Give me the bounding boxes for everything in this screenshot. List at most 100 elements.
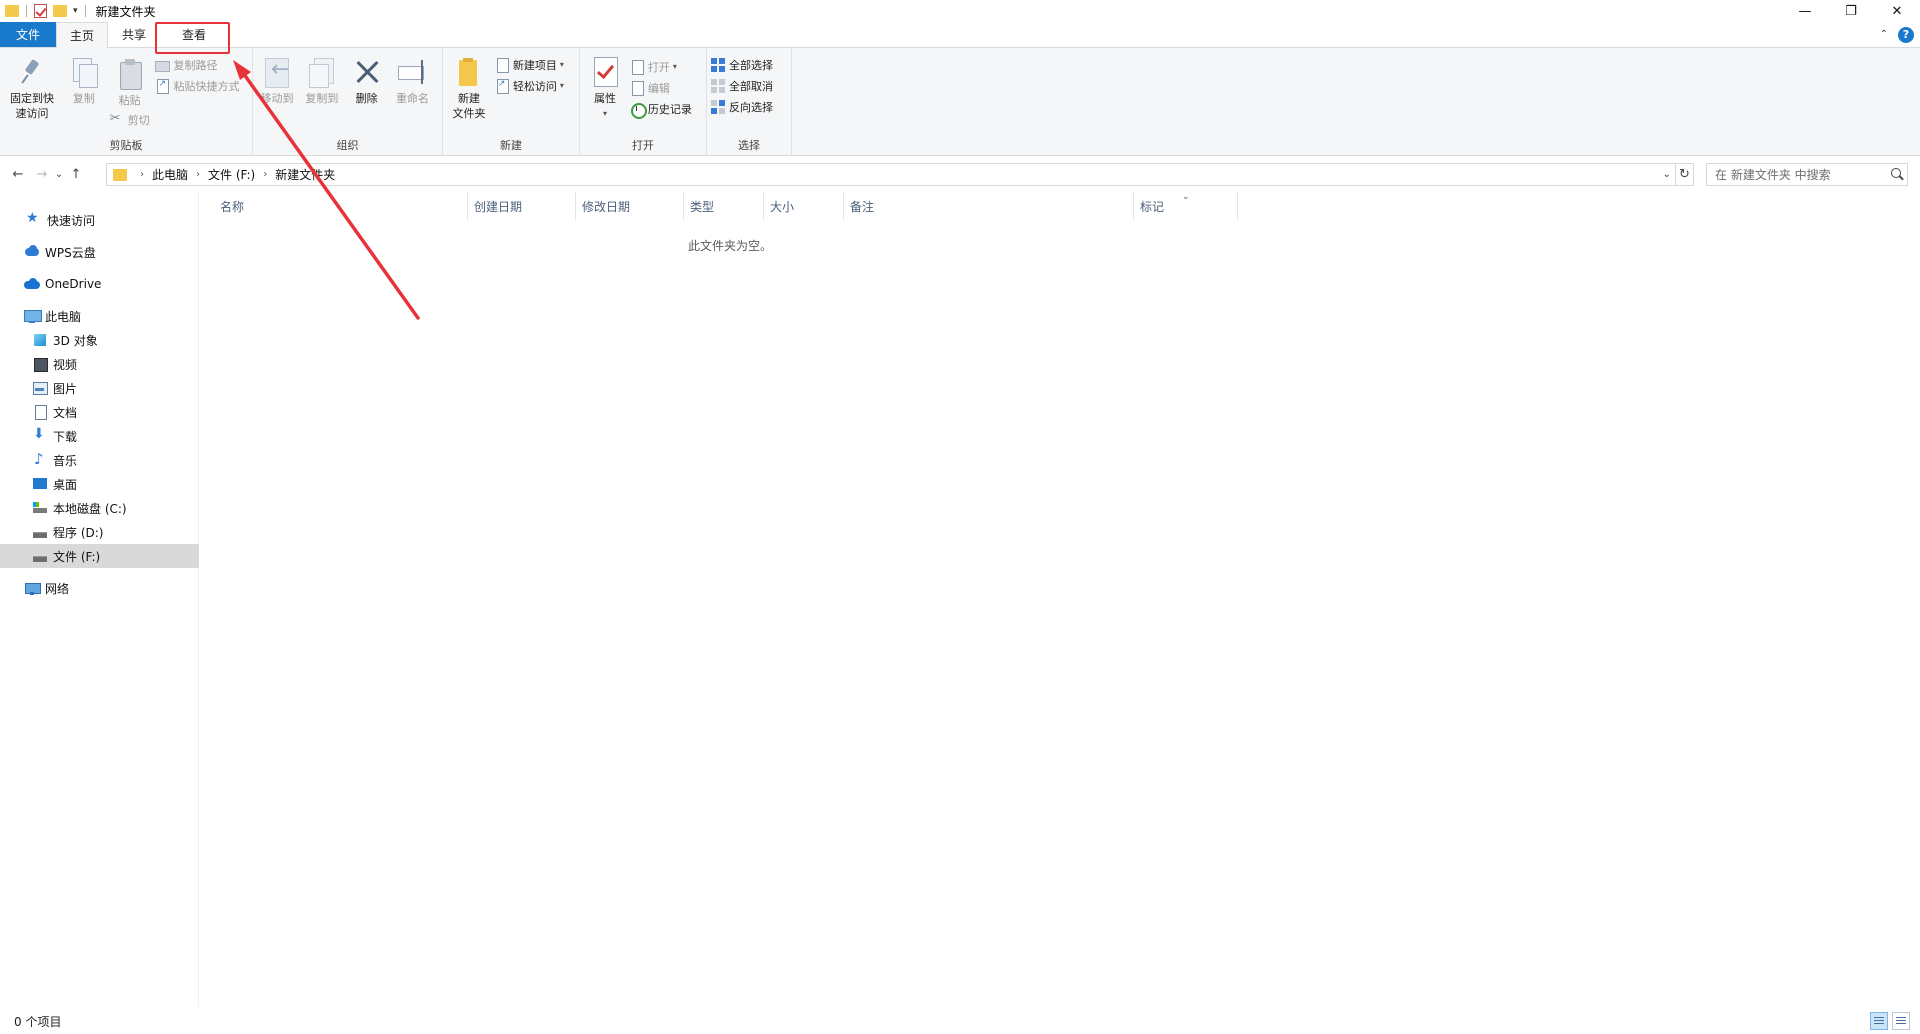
- sidebar-item-videos[interactable]: 视频: [0, 352, 199, 376]
- search-icon[interactable]: [1891, 168, 1901, 178]
- clipboard-icon: [114, 58, 146, 90]
- move-to-button[interactable]: 移动到: [257, 54, 297, 108]
- properties-button[interactable]: 属性 ▾: [584, 54, 626, 123]
- open-small-column: 打开 ▾ 编辑 历史记录: [630, 54, 692, 119]
- sidebar-item-drive-d[interactable]: 程序 (D:): [0, 520, 199, 544]
- sidebar-item-3d-objects[interactable]: 3D 对象: [0, 328, 199, 352]
- tab-share[interactable]: 共享: [108, 22, 160, 47]
- tab-file[interactable]: 文件: [0, 22, 56, 47]
- restore-button[interactable]: ❐: [1828, 0, 1874, 22]
- sidebar-item-label: 下载: [53, 429, 78, 444]
- column-header-name[interactable]: 名称: [200, 192, 468, 220]
- easy-access-button[interactable]: 轻松访问 ▾: [495, 75, 564, 96]
- column-header-comments[interactable]: 备注: [844, 192, 1134, 220]
- collapse-ribbon-icon[interactable]: ⌃: [1880, 29, 1888, 40]
- recent-locations-button[interactable]: ⌄: [52, 162, 66, 186]
- history-button[interactable]: 历史记录: [630, 98, 692, 119]
- video-icon: [32, 357, 48, 372]
- chevron-down-icon: ▾: [672, 62, 677, 71]
- sidebar-item-label: 本地磁盘 (C:): [53, 501, 127, 516]
- new-folder-button[interactable]: 新建 文件夹: [447, 54, 491, 123]
- 3d-objects-icon: [32, 333, 48, 347]
- minimize-button[interactable]: —: [1782, 0, 1828, 22]
- copy-to-button[interactable]: 复制到: [301, 54, 343, 108]
- sidebar-item-label: 文件 (F:): [53, 549, 101, 564]
- new-group: 新建 文件夹 新建项目 ▾ 轻松访问 ▾ 新建: [443, 48, 580, 156]
- cut-button[interactable]: 剪切: [110, 109, 150, 130]
- copy-icon: [68, 56, 100, 88]
- sidebar-item-this-pc[interactable]: 此电脑: [0, 304, 199, 328]
- open-group-label: 打开: [632, 139, 654, 152]
- breadcrumb-separator[interactable]: ›: [263, 169, 267, 180]
- column-header-type[interactable]: 类型: [684, 192, 764, 220]
- address-bar[interactable]: › 此电脑 › 文件 (F:) › 新建文件夹 ⌄: [106, 163, 1676, 186]
- rename-label: 重命名: [395, 92, 429, 105]
- details-view-button[interactable]: [1870, 1012, 1888, 1030]
- properties-check-icon[interactable]: [34, 4, 47, 18]
- sidebar-item-wps-cloud[interactable]: WPS云盘: [0, 240, 199, 264]
- breadcrumb-separator[interactable]: ›: [196, 169, 200, 180]
- back-button[interactable]: ←: [8, 162, 28, 186]
- navigation-pane: 快速访问 WPS云盘 OneDrive 此电脑 3D 对象 视频 图片 文档 下…: [0, 192, 199, 1007]
- windows-drive-icon: [32, 501, 48, 515]
- sidebar-item-music[interactable]: 音乐: [0, 448, 199, 472]
- breadcrumb-new-folder[interactable]: 新建文件夹: [275, 166, 335, 183]
- sidebar-item-drive-c[interactable]: 本地磁盘 (C:): [0, 496, 199, 520]
- paste-button[interactable]: 粘贴: [111, 56, 149, 110]
- pin-to-quick-access-button[interactable]: 固定到快 速访问: [4, 54, 60, 123]
- delete-button[interactable]: 删除: [347, 54, 387, 108]
- sidebar-item-pictures[interactable]: 图片: [0, 376, 199, 400]
- new-folder-icon[interactable]: [53, 5, 67, 17]
- paste-shortcut-button[interactable]: 粘贴快捷方式: [155, 75, 239, 96]
- up-button[interactable]: ↑: [66, 162, 86, 186]
- invert-selection-icon: [711, 99, 725, 114]
- sidebar-item-drive-f[interactable]: 文件 (F:): [0, 544, 199, 568]
- sidebar-item-downloads[interactable]: 下载: [0, 424, 199, 448]
- sidebar-item-desktop[interactable]: 桌面: [0, 472, 199, 496]
- rename-button[interactable]: 重命名: [390, 54, 434, 108]
- column-header-size[interactable]: 大小: [764, 192, 844, 220]
- copy-button[interactable]: 复制: [64, 54, 104, 108]
- search-placeholder: 在 新建文件夹 中搜索: [1715, 168, 1831, 182]
- edit-button[interactable]: 编辑: [630, 77, 692, 98]
- ribbon-tab-right: ⌃ ?: [1880, 22, 1920, 47]
- breadcrumb-separator[interactable]: ›: [140, 169, 144, 180]
- sidebar-item-network[interactable]: 网络: [0, 576, 199, 600]
- sidebar-item-onedrive[interactable]: OneDrive: [0, 272, 199, 296]
- select-none-button[interactable]: 全部取消: [711, 75, 773, 96]
- breadcrumb-this-pc[interactable]: 此电脑: [152, 166, 188, 183]
- column-header-date-modified[interactable]: 修改日期: [576, 192, 684, 220]
- drive-icon: [32, 549, 48, 563]
- help-icon[interactable]: ?: [1898, 26, 1914, 43]
- refresh-button[interactable]: ↻: [1676, 163, 1694, 186]
- tab-home[interactable]: 主页: [56, 22, 108, 48]
- breadcrumb-drive-f[interactable]: 文件 (F:): [208, 166, 255, 183]
- file-list[interactable]: 名称 创建日期 修改日期 类型 大小 备注 标记 ⌄ 此文件夹为空。: [200, 192, 1920, 1007]
- large-icons-view-button[interactable]: [1892, 1012, 1910, 1030]
- new-folder-label-line2: 文件夹: [452, 107, 486, 120]
- select-all-button[interactable]: 全部选择: [711, 54, 773, 75]
- column-header-date-created[interactable]: 创建日期: [468, 192, 576, 220]
- sidebar-item-documents[interactable]: 文档: [0, 400, 199, 424]
- copy-path-button[interactable]: 复制路径: [155, 54, 239, 75]
- invert-selection-button[interactable]: 反向选择: [711, 96, 773, 117]
- item-count: 0 个项目: [14, 1015, 62, 1029]
- properties-icon: [589, 56, 621, 88]
- sidebar-item-label: 音乐: [53, 453, 78, 468]
- new-item-button[interactable]: 新建项目 ▾: [495, 54, 564, 75]
- close-button[interactable]: ✕: [1874, 0, 1920, 22]
- search-input[interactable]: 在 新建文件夹 中搜索: [1706, 163, 1908, 186]
- forward-button[interactable]: →: [32, 162, 52, 186]
- sidebar-item-quick-access[interactable]: 快速访问: [0, 208, 199, 232]
- rename-icon: [396, 56, 428, 88]
- folder-icon[interactable]: [5, 5, 19, 17]
- open-button[interactable]: 打开 ▾: [630, 56, 692, 77]
- select-group-label: 选择: [738, 139, 760, 152]
- computer-icon: [24, 309, 42, 323]
- sidebar-item-label: 桌面: [53, 477, 78, 492]
- select-all-label: 全部选择: [729, 58, 773, 72]
- qat-customize-dropdown[interactable]: ▾: [73, 6, 78, 16]
- move-to-label: 移动到: [260, 92, 294, 105]
- scissors-icon: [110, 111, 124, 127]
- address-dropdown-button[interactable]: ⌄: [1663, 169, 1671, 180]
